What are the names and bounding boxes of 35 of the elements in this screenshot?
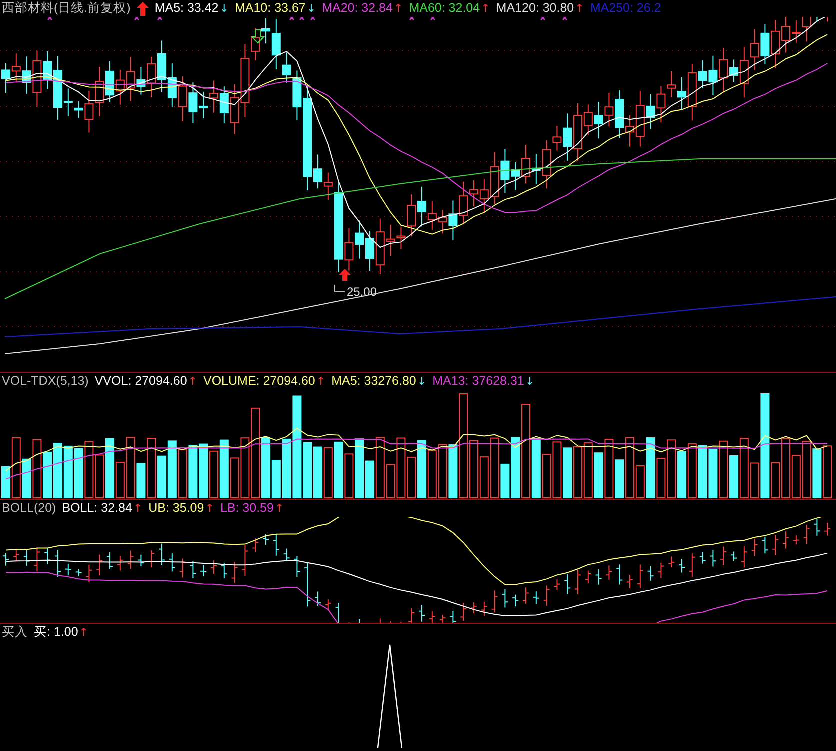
- indicator-value: 买: 1.00: [34, 626, 78, 639]
- indicator-value: MA5: 33276.80: [332, 375, 416, 388]
- chart-title: 买入: [2, 626, 28, 639]
- indicator-value: VOLUME: 27094.60: [204, 375, 316, 388]
- indicator-value: MA5: 33.42: [154, 2, 219, 15]
- down-arrow-icon: [250, 30, 266, 44]
- indicator-value: MA13: 37628.31: [432, 375, 524, 388]
- chart-title: 西部材料(日线.前复权): [2, 2, 131, 15]
- trend-arrow: ↑: [316, 376, 326, 387]
- trend-arrow: ↓: [306, 3, 316, 14]
- trend-arrow: ↑: [79, 627, 88, 638]
- trend-arrow: ↑: [274, 503, 284, 514]
- up-arrow-icon: [339, 269, 351, 281]
- trend-arrow: ↑: [394, 3, 404, 14]
- indicator-value: BOLL: 32.84: [62, 502, 132, 515]
- trend-arrow: ↑: [575, 3, 584, 14]
- trend-arrow: ↑: [205, 503, 214, 514]
- indicator-value: MA120: 30.80: [496, 2, 574, 15]
- indicator-value: LB: 30.59: [220, 502, 274, 515]
- indicator-value: MA10: 33.67: [234, 2, 306, 15]
- trend-arrow: ↓: [525, 376, 535, 387]
- trend-arrow: ↓: [220, 3, 229, 14]
- indicator-value: UB: 35.09: [148, 502, 204, 515]
- indicator-value: VVOL: 27094.60: [94, 375, 188, 388]
- trend-arrow: ↑: [133, 503, 143, 514]
- trend-arrow: ↓: [417, 376, 427, 387]
- chart-title: BOLL(20): [2, 502, 56, 515]
- chart-title: VOL-TDX(5,13): [2, 375, 89, 388]
- low-price-label: 25.00: [347, 285, 378, 299]
- trend-arrow: ↑: [481, 3, 490, 14]
- trend-arrow: ↑: [188, 376, 198, 387]
- indicator-value: MA20: 32.84: [322, 2, 393, 15]
- indicator-value: MA60: 32.04: [409, 2, 480, 15]
- leader-line: [334, 284, 346, 292]
- indicator-value: MA250: 26.2: [590, 2, 662, 15]
